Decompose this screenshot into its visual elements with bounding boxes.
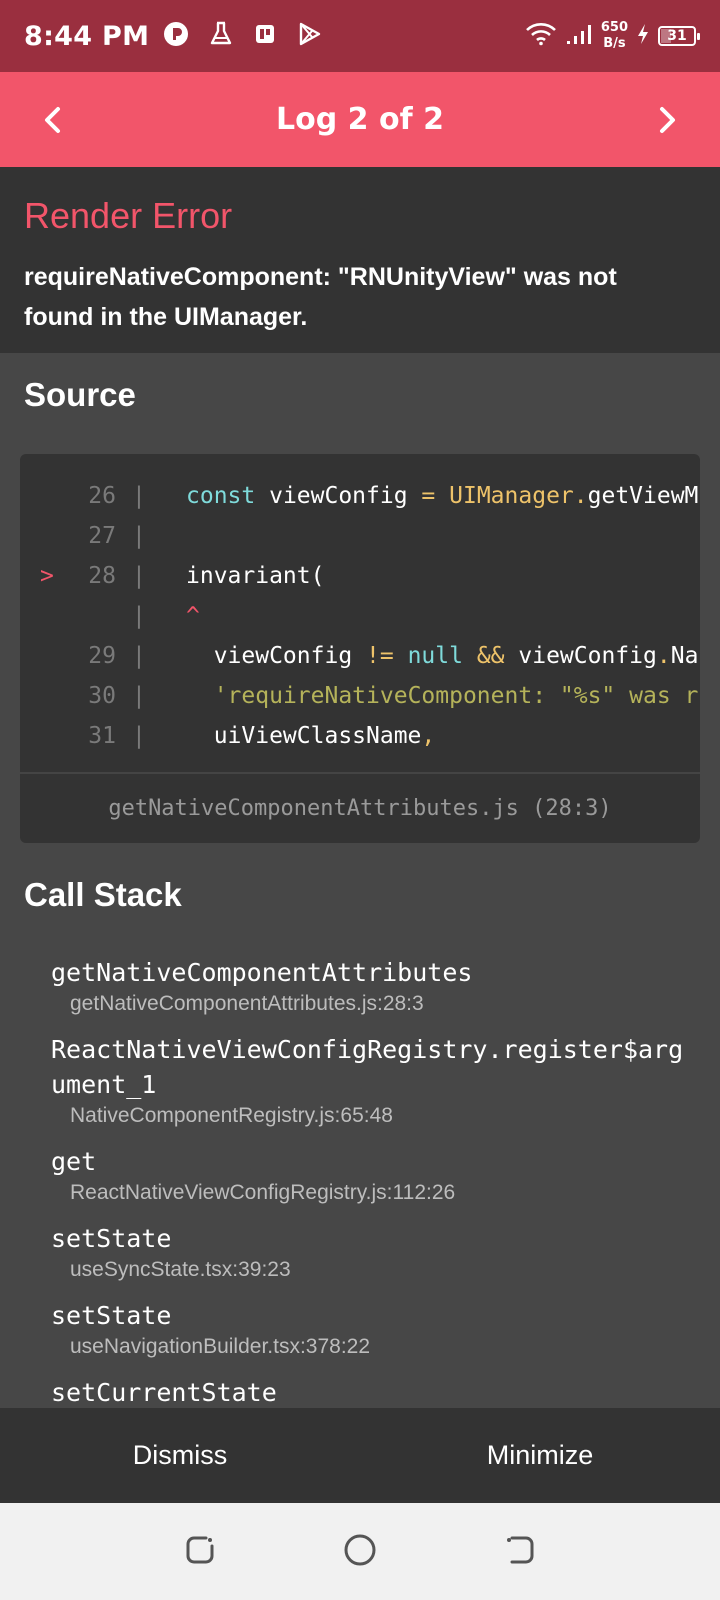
log-header: Log 2 of 2 (0, 72, 720, 167)
code-text: uiViewClassName, (186, 723, 436, 749)
home-icon[interactable] (342, 1532, 378, 1572)
stack-frame-function: setState (51, 1301, 172, 1330)
action-bar: Dismiss Minimize (0, 1408, 720, 1503)
error-summary: Render Error requireNativeComponent: "RN… (0, 167, 720, 353)
code-text: ^ (186, 603, 200, 629)
line-number: 26 (88, 483, 116, 509)
wifi-icon (525, 22, 557, 50)
charging-icon (636, 23, 650, 49)
stack-frame-location: useSyncState.tsx:39:23 (70, 1258, 291, 1281)
chevron-right-icon (660, 106, 675, 133)
code-line: 30 | 'requireNativeComponent: "%s" was r (20, 676, 700, 716)
code-line: | ^ (20, 596, 700, 636)
stack-frame-function: getNativeComponentAttributes (51, 958, 473, 987)
call-stack-heading: Call Stack (24, 876, 182, 913)
code-line: 26 | const viewConfig = UIManager.getViewM (20, 476, 700, 516)
line-number: 30 (88, 683, 116, 709)
gutter-divider: | (132, 483, 146, 509)
gutter-divider: | (132, 603, 146, 629)
error-message: requireNativeComponent: "RNUnityView" wa… (24, 263, 617, 331)
status-bar: 8:44 PM 650 B/s 31 (0, 0, 720, 72)
battery-icon: 31 (658, 26, 700, 46)
stack-frame[interactable]: setState useNavigationBuilder.tsx:378:22 (51, 1298, 691, 1361)
code-text: invariant( (186, 563, 325, 589)
status-right: 650 B/s 31 (525, 0, 700, 72)
code-lines: 26 | const viewConfig = UIManager.getViewM… (20, 476, 700, 756)
code-line: 27 | (20, 516, 700, 556)
gutter-divider: | (132, 563, 146, 589)
line-number: 31 (88, 723, 116, 749)
code-text: const viewConfig = UIManager.getViewM (186, 483, 699, 509)
line-number: 29 (88, 643, 116, 669)
code-text: viewConfig != null && viewConfig.Na (186, 643, 699, 669)
gutter-divider: | (132, 643, 146, 669)
stack-frame-location: getNativeComponentAttributes.js:28:3 (70, 992, 424, 1015)
notification-icons (163, 21, 323, 51)
gutter-divider: | (132, 723, 146, 749)
stack-frame-location: NativeComponentRegistry.js:65:48 (70, 1104, 393, 1127)
stack-frame-location: ReactNativeViewConfigRegistry.js:112:26 (70, 1181, 456, 1204)
battery-level: 31 (667, 28, 687, 44)
stack-frame[interactable]: get ReactNativeViewConfigRegistry.js:112:… (51, 1144, 691, 1207)
stack-frame-function: get (51, 1147, 97, 1176)
dismiss-button[interactable]: Dismiss (0, 1408, 360, 1503)
minimize-button[interactable]: Minimize (360, 1408, 720, 1503)
network-speed: 650 B/s (600, 20, 628, 51)
previous-log-button[interactable] (8, 72, 98, 167)
play-store-icon (297, 21, 323, 51)
stack-frame[interactable]: ReactNativeViewConfigRegistry.register$a… (51, 1032, 691, 1130)
call-stack-list: getNativeComponentAttributes getNativeCom… (51, 955, 691, 1424)
system-nav-bar (0, 1503, 720, 1600)
chevron-left-icon (45, 106, 60, 133)
line-number: 27 (88, 523, 116, 549)
flask-icon (209, 21, 233, 51)
stack-frame[interactable]: setState useSyncState.tsx:39:23 (51, 1221, 691, 1284)
line-number: 28 (88, 563, 116, 589)
code-text: 'requireNativeComponent: "%s" was r (213, 683, 699, 709)
source-file-location[interactable]: getNativeComponentAttributes.js (28:3) (20, 772, 700, 843)
pdf-icon (253, 22, 277, 50)
stack-frame-location: useNavigationBuilder.tsx:378:22 (70, 1335, 371, 1358)
source-code-frame[interactable]: 26 | const viewConfig = UIManager.getViewM… (20, 454, 700, 843)
gutter-divider: | (132, 523, 146, 549)
gutter-divider: | (132, 683, 146, 709)
app-p-icon (163, 21, 189, 51)
stack-frame[interactable]: getNativeComponentAttributes getNativeCom… (51, 955, 691, 1018)
error-title: Render Error (24, 195, 233, 236)
back-icon[interactable] (502, 1532, 538, 1572)
code-line: 31 | uiViewClassName, (20, 716, 700, 756)
source-heading: Source (24, 376, 136, 413)
log-counter-title: Log 2 of 2 (276, 102, 444, 137)
code-line: 29 | viewConfig != null && viewConfig.Na (20, 636, 700, 676)
status-time: 8:44 PM (24, 20, 150, 52)
stack-frame-function: setState (51, 1224, 172, 1253)
stack-frame[interactable]: setCurrentState (51, 1375, 691, 1410)
code-line: >28 | invariant( (20, 556, 700, 596)
recent-apps-icon[interactable] (182, 1532, 218, 1572)
signal-icon (565, 22, 593, 50)
stack-frame-function: ReactNativeViewConfigRegistry.register$a… (51, 1035, 684, 1099)
next-log-button[interactable] (622, 72, 712, 167)
current-line-marker: > (40, 563, 54, 589)
stack-frame-function: setCurrentState (51, 1378, 277, 1407)
